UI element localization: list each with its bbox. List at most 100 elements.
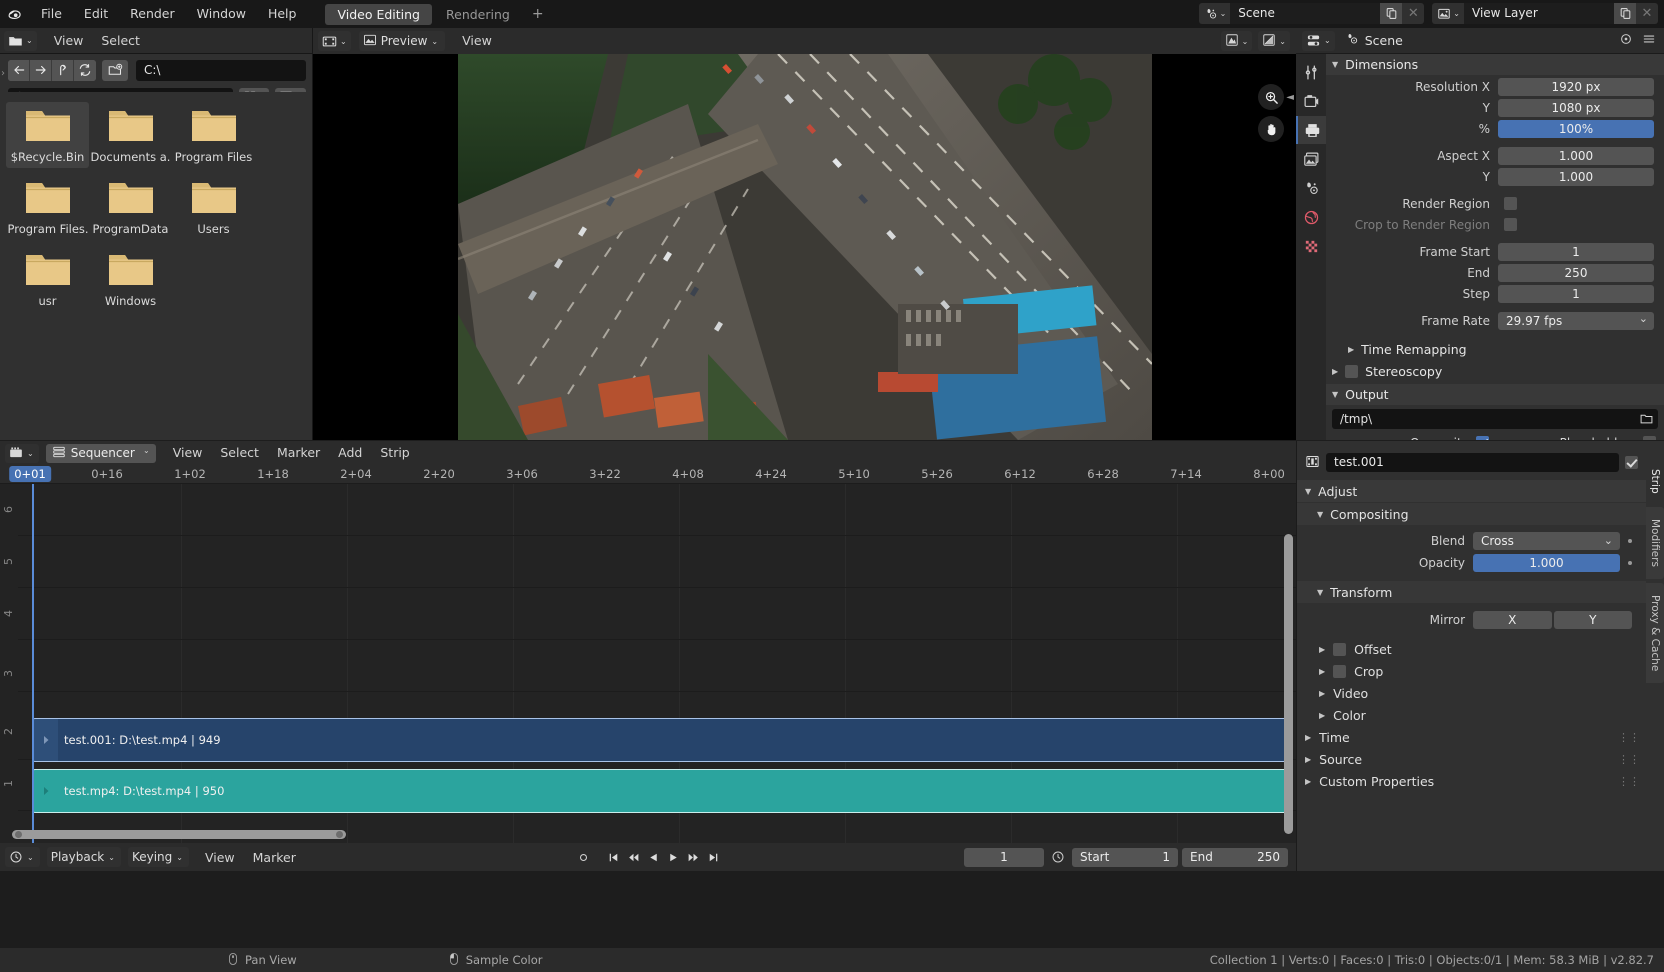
up-icon[interactable]: [52, 59, 74, 81]
view-layer-selector[interactable]: ⌄ View Layer ✕: [1432, 3, 1658, 24]
file-item-windows[interactable]: Windows: [89, 246, 172, 312]
preview-menu-view[interactable]: View: [453, 28, 501, 54]
frame-end-value[interactable]: 250: [1498, 263, 1654, 282]
properties-tab-texture[interactable]: [1296, 232, 1326, 260]
file-item-users[interactable]: Users: [172, 174, 255, 240]
file-browser-icon[interactable]: ⌄: [4, 30, 37, 51]
playhead[interactable]: [32, 484, 34, 843]
offset-checkbox[interactable]: [1333, 642, 1347, 656]
animate-dot-icon[interactable]: [1628, 560, 1632, 565]
scene-name[interactable]: Scene: [1230, 3, 1381, 24]
zoom-icon[interactable]: [1258, 84, 1284, 110]
frame-start-value[interactable]: 1: [1498, 242, 1654, 261]
timeline-editor-type-button[interactable]: ⌄: [5, 847, 40, 867]
side-tab-proxy-cache[interactable]: Proxy & Cache: [1646, 583, 1664, 683]
forward-icon[interactable]: [30, 59, 52, 81]
menu-edit[interactable]: Edit: [73, 0, 119, 28]
current-frame-field[interactable]: 1: [964, 847, 1044, 867]
overwrite-toggle[interactable]: Overwrite: [1410, 436, 1490, 440]
panel-custom-properties[interactable]: ▶ Custom Properties ⋮⋮: [1297, 770, 1646, 792]
file-item-program-files-x86[interactable]: Program Files..: [6, 174, 89, 240]
properties-icon[interactable]: ⌄: [1302, 30, 1335, 51]
vertical-scrollbar[interactable]: [1284, 534, 1293, 834]
file-item-usr[interactable]: usr: [6, 246, 89, 312]
file-item-documents[interactable]: Documents a..: [89, 102, 172, 168]
panel-stereoscopy[interactable]: ▶ Stereoscopy: [1326, 360, 1664, 382]
play-icon[interactable]: [664, 847, 682, 867]
menu-icon[interactable]: [1642, 32, 1656, 49]
stereoscopy-checkbox[interactable]: [1345, 364, 1359, 378]
preview-display-mode-dropdown[interactable]: Preview ⌄: [358, 31, 446, 51]
refresh-icon[interactable]: [74, 59, 96, 81]
properties-tab-world[interactable]: [1296, 203, 1326, 231]
keying-popover-button[interactable]: Keying ⌄: [127, 847, 189, 867]
animate-dot-icon[interactable]: [1628, 538, 1632, 543]
prev-keyframe-icon[interactable]: [624, 847, 642, 867]
scene-icon[interactable]: ⌄: [1198, 3, 1231, 24]
properties-tab-view-layer[interactable]: [1296, 145, 1326, 173]
properties-tab-output[interactable]: [1296, 116, 1326, 144]
viewlayer-icon[interactable]: ⌄: [1432, 3, 1464, 24]
panel-time-remapping[interactable]: ▶ Time Remapping: [1326, 338, 1664, 360]
sequencer-view-mode-dropdown[interactable]: Sequencer ⌄: [45, 443, 156, 463]
panel-transform[interactable]: ▼ Transform: [1297, 581, 1646, 603]
jump-start-icon[interactable]: [604, 847, 622, 867]
file-item-recycle-bin[interactable]: $Recycle.Bin: [6, 102, 89, 168]
view-layer-name[interactable]: View Layer: [1464, 3, 1614, 24]
sequencer-editor-type-button[interactable]: ⌄: [5, 443, 39, 463]
new-folder-icon[interactable]: [102, 59, 128, 81]
play-reverse-icon[interactable]: [644, 847, 662, 867]
strip-mute-checkbox[interactable]: [1625, 456, 1638, 469]
horizontal-scrollbar[interactable]: [12, 830, 346, 839]
scene-unlink-button[interactable]: ✕: [1402, 3, 1425, 24]
file-path-input[interactable]: C:\: [136, 59, 306, 81]
file-browser-region-arrow[interactable]: ›: [1, 68, 5, 79]
scene-copy-button[interactable]: [1380, 3, 1403, 24]
crop-checkbox[interactable]: [1333, 664, 1347, 678]
add-workspace-button[interactable]: +: [524, 6, 552, 22]
jump-end-icon[interactable]: [704, 847, 722, 867]
sequencer-menu-marker[interactable]: Marker: [268, 441, 329, 465]
side-tab-strip[interactable]: Strip: [1646, 459, 1664, 503]
blend-value[interactable]: Cross: [1473, 531, 1620, 550]
resolution-percent-value[interactable]: 100%: [1498, 119, 1654, 138]
workspace-tab-video-editing[interactable]: Video Editing: [325, 3, 432, 25]
overlays-toggle[interactable]: ⌄: [1258, 31, 1290, 51]
aspect-y-value[interactable]: 1.000: [1498, 167, 1654, 186]
sequencer-menu-view[interactable]: View: [164, 441, 212, 465]
menu-render[interactable]: Render: [119, 0, 186, 28]
opacity-value[interactable]: 1.000: [1473, 553, 1620, 572]
scene-selector[interactable]: ⌄ Scene ✕: [1198, 3, 1425, 24]
file-item-program-files[interactable]: Program Files: [172, 102, 255, 168]
panel-time[interactable]: ▶ Time ⋮⋮: [1297, 726, 1646, 748]
properties-tab-scene[interactable]: [1296, 174, 1326, 202]
gizmo-toggle[interactable]: ⌄: [1220, 31, 1253, 51]
render-region-checkbox[interactable]: [1504, 197, 1517, 210]
sequencer-canvas[interactable]: 6 5 4 3 2 1 test.001: D:\test.mp4 | 949: [0, 484, 1296, 843]
sequencer-ruler[interactable]: 0+01 0+16 1+02 1+18 2+04 2+20 3+06 3+22 …: [0, 465, 1296, 484]
sidebar-toggle-arrow[interactable]: ◄: [1286, 92, 1294, 103]
overwrite-checkbox[interactable]: [1476, 436, 1490, 440]
properties-tab-tool[interactable]: [1296, 58, 1326, 86]
sequencer-menu-select[interactable]: Select: [211, 441, 268, 465]
preview-canvas[interactable]: ◄: [313, 54, 1296, 440]
view-layer-copy-button[interactable]: [1614, 3, 1636, 24]
mirror-y-button[interactable]: Y: [1553, 610, 1632, 629]
strip-test-mp4[interactable]: test.mp4: D:\test.mp4 | 950: [33, 769, 1287, 813]
frame-rate-value[interactable]: 29.97 fps: [1498, 310, 1654, 330]
sequencer-preview-icon[interactable]: ⌄: [318, 31, 351, 51]
output-path-input[interactable]: /tmp\: [1332, 409, 1658, 429]
playback-popover-button[interactable]: Playback ⌄: [46, 847, 121, 867]
side-tab-modifiers[interactable]: Modifiers: [1646, 507, 1664, 579]
back-icon[interactable]: [8, 59, 30, 81]
folder-browse-icon[interactable]: [1640, 412, 1653, 428]
options-icon[interactable]: [1619, 32, 1633, 49]
file-menu-select[interactable]: Select: [92, 28, 149, 54]
aspect-x-value[interactable]: 1.000: [1498, 146, 1654, 165]
panel-color[interactable]: ▶ Color: [1297, 704, 1646, 726]
panel-output[interactable]: ▼ Output: [1326, 384, 1664, 405]
strip-left-handle[interactable]: [34, 719, 58, 761]
strip-test-001[interactable]: test.001: D:\test.mp4 | 949: [33, 718, 1287, 762]
placeholders-toggle[interactable]: Placeholders: [1560, 436, 1656, 440]
strip-left-handle[interactable]: [34, 770, 58, 812]
